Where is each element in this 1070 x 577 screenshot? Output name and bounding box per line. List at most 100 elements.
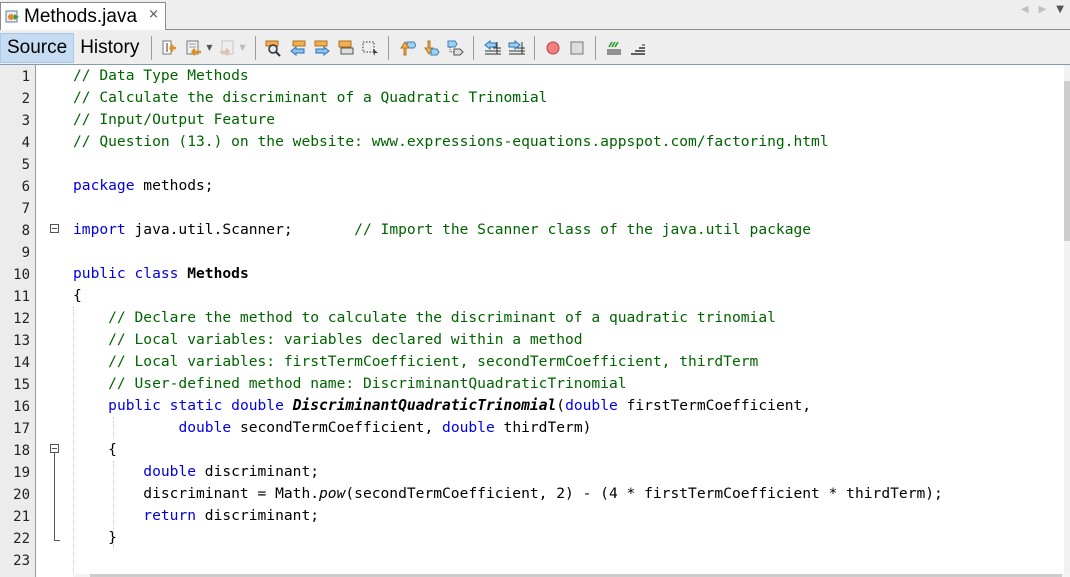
line-number: 21 xyxy=(13,509,30,525)
code-token: { xyxy=(73,441,117,458)
code-line[interactable]: // Data Type Methods xyxy=(73,65,249,87)
editor-toolbar: Source History ▼ ▼ xyxy=(0,31,1070,65)
fold-method-body-icon[interactable] xyxy=(50,444,59,453)
code-token: thirdTerm) xyxy=(494,419,592,436)
code-token: discriminant; xyxy=(196,463,320,480)
code-token: { xyxy=(73,287,82,304)
code-comment: // User-defined method name: Discriminan… xyxy=(73,375,627,392)
line-number: 23 xyxy=(13,553,30,569)
stop-macro-recording-icon[interactable] xyxy=(568,39,586,57)
toolbar-separator xyxy=(594,35,596,60)
last-edit-icon[interactable] xyxy=(161,39,179,57)
code-comment: // Declare the method to calculate the d… xyxy=(73,309,776,326)
find-selection-icon[interactable] xyxy=(265,39,283,57)
back-dropdown-icon[interactable]: ▼ xyxy=(206,43,212,52)
line-number: 2 xyxy=(21,91,30,107)
tab-methods-java[interactable]: Methods.java × xyxy=(0,2,166,30)
code-line[interactable]: public class Methods xyxy=(73,263,249,285)
vertical-scrollbar-thumb[interactable] xyxy=(1064,81,1070,241)
line-number: 5 xyxy=(21,157,30,173)
code-comment: // Question (13.) on the website: www.ex… xyxy=(73,133,829,150)
code-line[interactable]: import java.util.Scanner; // Import the … xyxy=(73,219,811,241)
next-bookmark-icon[interactable] xyxy=(422,39,440,57)
code-line[interactable]: // Local variables: firstTermCoefficient… xyxy=(73,351,758,373)
code-line[interactable]: // Declare the method to calculate the d… xyxy=(73,307,776,329)
line-number: 1 xyxy=(21,69,30,85)
fold-margin xyxy=(36,65,73,577)
code-line[interactable]: // Calculate the discriminant of a Quadr… xyxy=(73,87,547,109)
shift-right-icon[interactable] xyxy=(507,39,525,57)
previous-bookmark-icon[interactable] xyxy=(398,39,416,57)
fold-imports-icon[interactable] xyxy=(50,224,59,233)
find-next-icon[interactable] xyxy=(313,39,331,57)
code-token: secondTermCoefficient, xyxy=(231,419,443,436)
code-keyword: double xyxy=(442,419,495,436)
start-macro-recording-icon[interactable] xyxy=(544,39,562,57)
java-file-icon xyxy=(5,9,20,24)
code-line[interactable]: // Question (13.) on the website: www.ex… xyxy=(73,131,829,153)
line-number: 13 xyxy=(13,333,30,349)
line-number: 15 xyxy=(13,377,30,393)
tab-navigation: ◀ ▶ ▼ xyxy=(1021,4,1064,15)
uncomment-icon[interactable] xyxy=(629,39,647,57)
editor-tab-bar: Methods.java × ◀ ▶ ▼ xyxy=(0,0,1070,30)
code-editor[interactable]: 1 2 3 4 5 6 7 8 9 10 11 12 13 14 15 16 17 18 19 20 21 22 23 //… xyxy=(0,65,1070,577)
code-token: methods; xyxy=(134,177,214,194)
code-keyword: double xyxy=(178,419,232,436)
toggle-highlight-icon[interactable] xyxy=(337,39,355,57)
toolbar-separator xyxy=(472,35,474,60)
code-token: discriminant = Math. xyxy=(73,485,320,502)
code-keyword: public class xyxy=(73,265,179,282)
code-line[interactable]: // Local variables: variables declared w… xyxy=(73,329,582,351)
code-line[interactable]: double secondTermCoefficient, double thi… xyxy=(73,417,591,439)
code-line[interactable]: // User-defined method name: Discriminan… xyxy=(73,373,627,395)
code-line[interactable]: double discriminant; xyxy=(73,461,319,483)
comment-icon[interactable] xyxy=(605,39,623,57)
code-line[interactable]: } xyxy=(73,527,117,549)
line-number: 9 xyxy=(21,245,30,261)
toggle-rect-select-icon[interactable] xyxy=(361,39,379,57)
code-token: firstTermCoefficient, xyxy=(617,397,812,414)
shift-left-icon[interactable] xyxy=(483,39,501,57)
code-keyword: package xyxy=(73,177,135,194)
code-line[interactable]: { xyxy=(73,439,117,461)
code-token: discriminant; xyxy=(196,507,320,524)
line-number: 22 xyxy=(13,531,30,547)
show-opened-documents-icon[interactable]: ▼ xyxy=(1056,4,1064,15)
line-number: 4 xyxy=(21,135,30,151)
code-token: Methods xyxy=(187,265,249,282)
code-area[interactable]: // Data Type Methods // Calculate the dis… xyxy=(73,65,1052,577)
find-previous-icon[interactable] xyxy=(289,39,307,57)
line-number: 19 xyxy=(13,465,30,481)
source-view-button[interactable]: Source xyxy=(0,32,75,63)
code-comment: // Input/Output Feature xyxy=(73,111,276,128)
code-line[interactable]: package methods; xyxy=(73,175,214,197)
code-comment: // Data Type Methods xyxy=(73,67,249,84)
vertical-scrollbar[interactable] xyxy=(1064,65,1070,577)
line-number: 8 xyxy=(21,223,30,239)
code-line[interactable]: public static double DiscriminantQuadrat… xyxy=(73,395,811,417)
code-keyword: double xyxy=(565,397,618,414)
line-number-gutter: 1 2 3 4 5 6 7 8 9 10 11 12 13 14 15 16 17 18 19 20 21 22 23 xyxy=(0,65,36,577)
code-comment: // Local variables: firstTermCoefficient… xyxy=(73,353,759,370)
line-number: 6 xyxy=(21,179,30,195)
code-keyword: return xyxy=(143,507,197,524)
code-line[interactable]: // Input/Output Feature xyxy=(73,109,275,131)
close-tab-icon[interactable]: × xyxy=(148,7,159,22)
toggle-bookmark-icon[interactable] xyxy=(446,39,464,57)
scroll-tabs-left-icon[interactable]: ◀ xyxy=(1021,4,1029,15)
line-number: 12 xyxy=(13,311,30,327)
tab-title: Methods.java xyxy=(24,5,138,27)
code-line[interactable]: discriminant = Math.pow(secondTermCoeffi… xyxy=(73,483,943,505)
line-number: 3 xyxy=(21,113,30,129)
fold-range-end xyxy=(54,540,60,541)
back-icon[interactable] xyxy=(185,39,203,57)
code-line[interactable]: { xyxy=(73,285,82,307)
history-view-button[interactable]: History xyxy=(74,33,145,63)
scroll-tabs-right-icon[interactable]: ▶ xyxy=(1039,4,1047,15)
code-line[interactable]: return discriminant; xyxy=(73,505,319,527)
